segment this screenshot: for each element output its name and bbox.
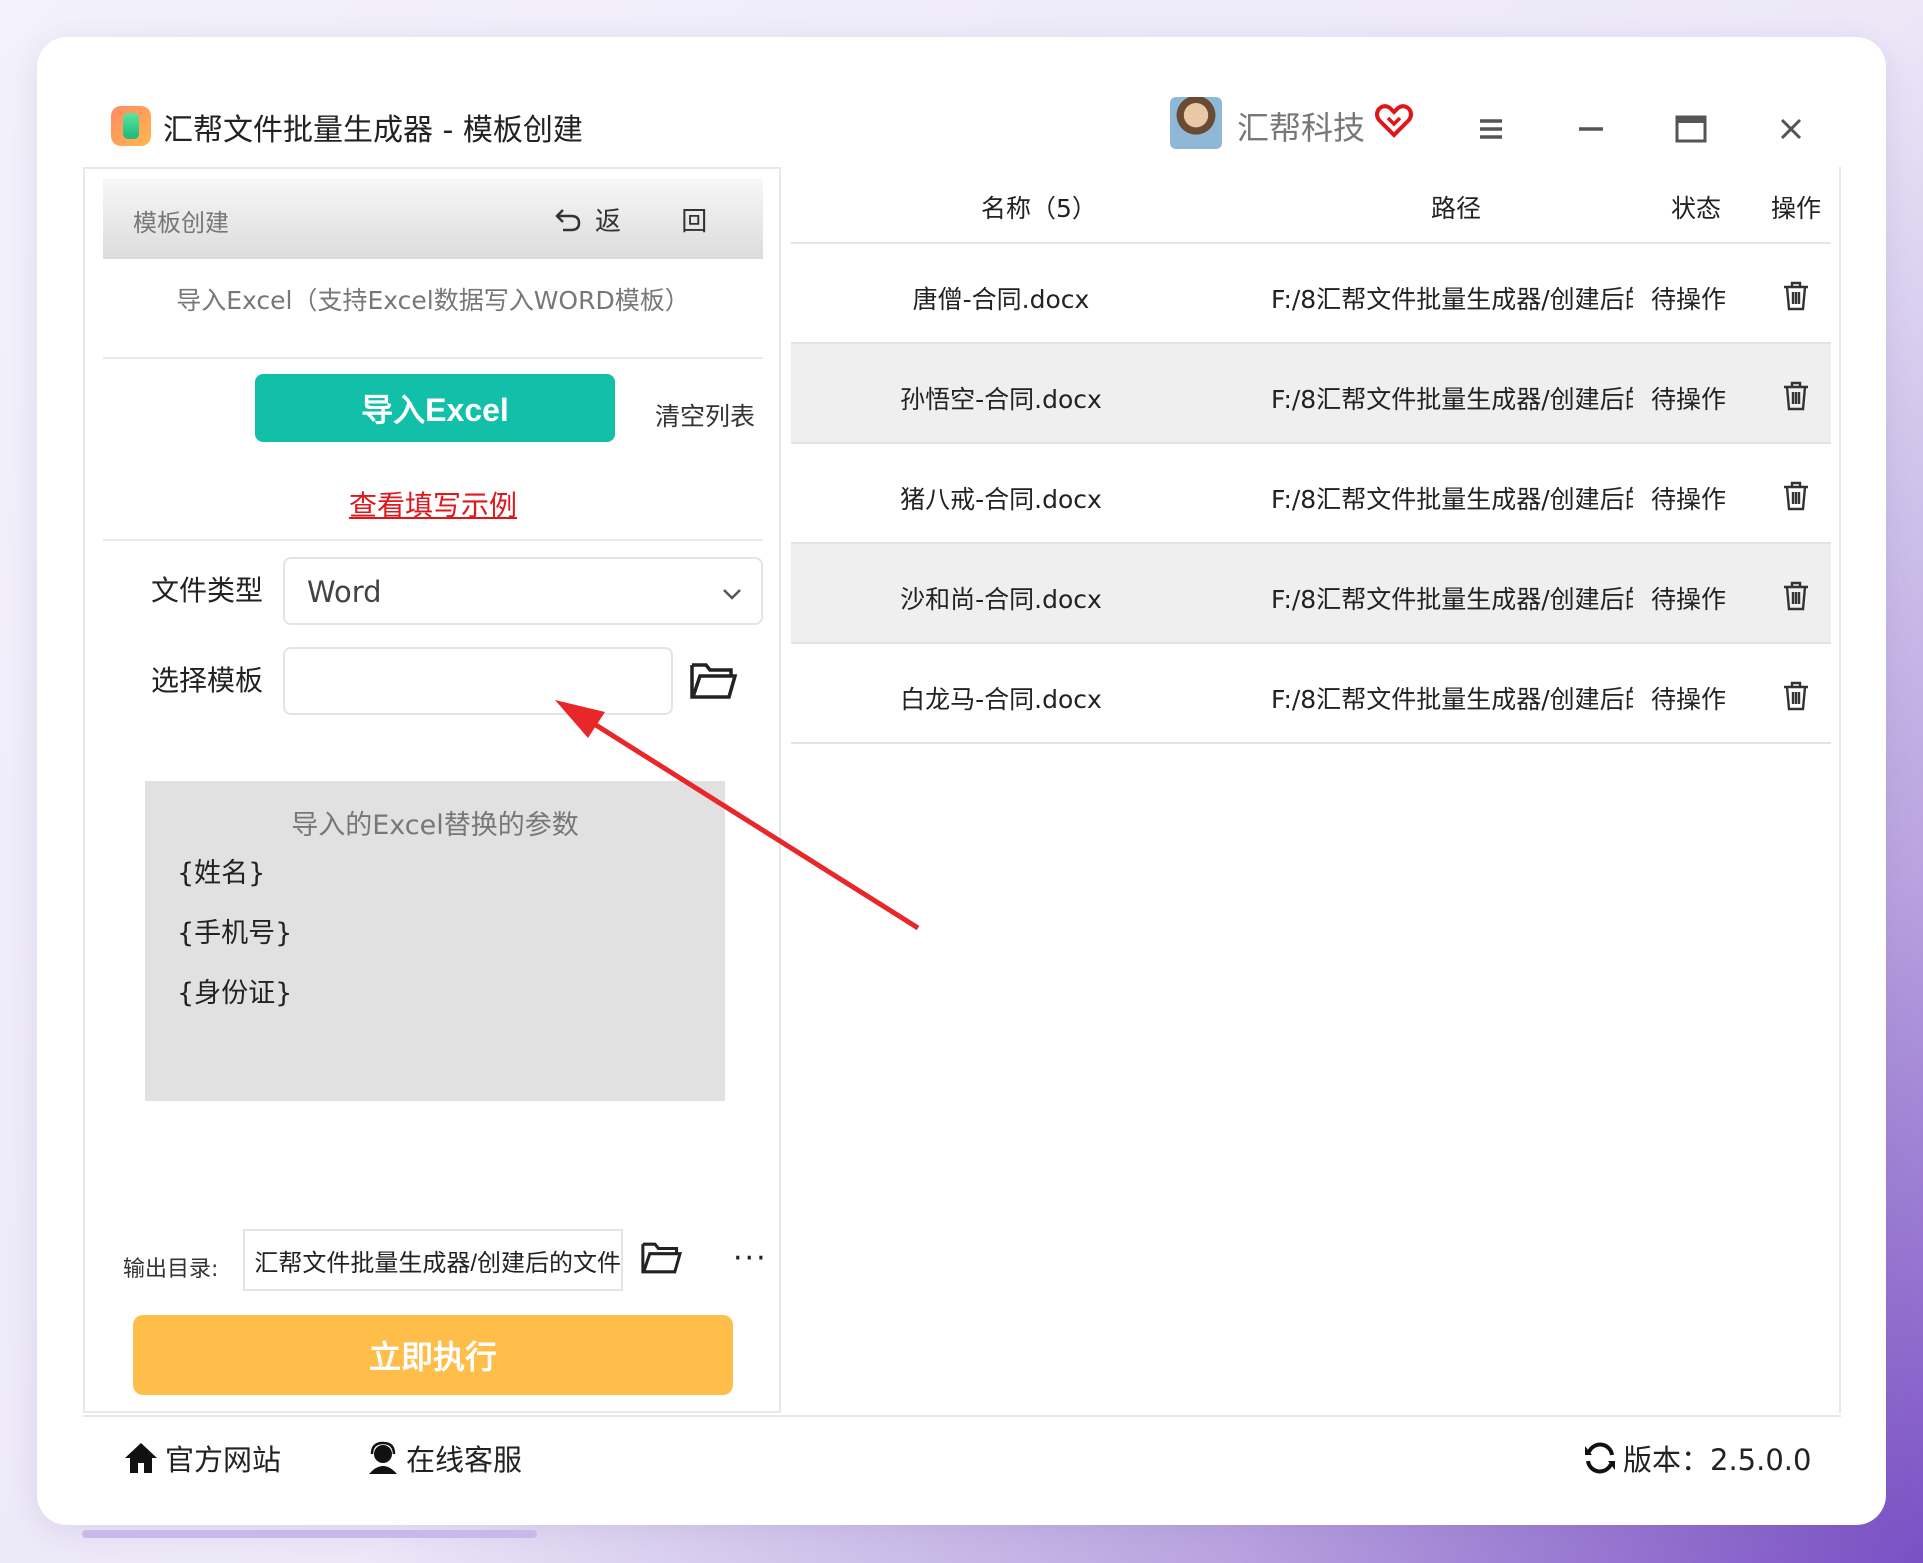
trash-icon[interactable] xyxy=(1781,380,1811,412)
trash-icon[interactable] xyxy=(1781,680,1811,712)
file-status: 待操作 xyxy=(1651,685,1727,714)
folder-open-icon[interactable] xyxy=(689,659,737,703)
online-support-label: 在线客服 xyxy=(406,1443,523,1477)
status-bar: 官方网站 在线客服 版本：2.5.0.0 xyxy=(83,1415,1841,1497)
back-button[interactable]: 返 回 xyxy=(553,199,733,239)
file-type-value: Word xyxy=(307,575,382,609)
execute-button[interactable]: 立即执行 xyxy=(133,1315,733,1395)
minimize-icon[interactable] xyxy=(1571,109,1611,149)
more-options-button[interactable]: ··· xyxy=(733,1241,768,1276)
app-logo-icon xyxy=(111,106,151,146)
file-type-select[interactable]: Word xyxy=(283,557,763,625)
app-window: 汇帮文件批量生成器 - 模板创建 汇帮科技 模板创建 返 回 导入Excel（支… xyxy=(37,37,1886,1525)
file-status: 待操作 xyxy=(1651,385,1727,414)
window-title: 汇帮文件批量生成器 - 模板创建 xyxy=(163,113,583,148)
template-panel: 模板创建 返 回 导入Excel（支持Excel数据写入WORD模板） 导入Ex… xyxy=(83,167,781,1413)
table-row[interactable]: 猪八戒-合同.docx F:/8汇帮文件批量生成器/创建后的 待操作 xyxy=(791,444,1831,544)
file-type-label: 文件类型 xyxy=(151,574,264,607)
file-path: F:/8汇帮文件批量生成器/创建后的 xyxy=(1271,685,1633,714)
panel-title: 模板创建 xyxy=(133,209,229,237)
file-name: 沙和尚-合同.docx xyxy=(900,585,1102,614)
table-row[interactable]: 孙悟空-合同.docx F:/8汇帮文件批量生成器/创建后的 待操作 xyxy=(791,344,1831,444)
import-excel-button[interactable]: 导入Excel xyxy=(255,374,615,442)
trash-icon[interactable] xyxy=(1781,280,1811,312)
output-dir-input[interactable] xyxy=(243,1229,623,1291)
horizontal-scrollbar[interactable] xyxy=(82,1530,537,1538)
online-support-link[interactable]: 在线客服 xyxy=(366,1437,522,1479)
table-row[interactable]: 唐僧-合同.docx F:/8汇帮文件批量生成器/创建后的 待操作 xyxy=(791,244,1831,344)
table-header: 名称（5） 路径 状态 操作 xyxy=(791,167,1831,244)
chevron-down-icon xyxy=(723,589,741,600)
file-path: F:/8汇帮文件批量生成器/创建后的 xyxy=(1271,485,1633,514)
home-icon xyxy=(125,1443,157,1473)
view-example-label: 查看填写示例 xyxy=(348,489,517,522)
param-item: {身份证} xyxy=(177,978,293,1009)
file-name: 白龙马-合同.docx xyxy=(900,685,1102,714)
template-label: 选择模板 xyxy=(151,664,264,697)
import-hint: 导入Excel（支持Excel数据写入WORD模板） xyxy=(176,286,690,315)
back-label: 返 回 xyxy=(595,206,734,237)
column-header-name: 名称（5） xyxy=(981,194,1097,223)
official-website-label: 官方网站 xyxy=(165,1443,282,1477)
column-header-status: 状态 xyxy=(1671,194,1722,223)
param-item: {手机号} xyxy=(177,918,293,949)
brand-name: 汇帮科技 xyxy=(1237,109,1366,147)
file-name: 唐僧-合同.docx xyxy=(912,285,1090,314)
back-arrow-icon xyxy=(555,209,581,232)
file-path: F:/8汇帮文件批量生成器/创建后的 xyxy=(1271,285,1633,314)
table-row[interactable]: 白龙马-合同.docx F:/8汇帮文件批量生成器/创建后的 待操作 xyxy=(791,644,1831,744)
file-path: F:/8汇帮文件批量生成器/创建后的 xyxy=(1271,585,1633,614)
official-website-link[interactable]: 官方网站 xyxy=(123,1437,281,1479)
file-name: 孙悟空-合同.docx xyxy=(900,385,1102,414)
output-dir-label: 输出目录: xyxy=(123,1257,219,1282)
divider xyxy=(103,357,763,359)
column-header-action: 操作 xyxy=(1771,194,1822,223)
template-path-input[interactable] xyxy=(283,647,673,715)
panel-header: 模板创建 返 回 xyxy=(103,179,763,259)
version-info[interactable]: 版本：2.5.0.0 xyxy=(1583,1437,1811,1479)
output-folder-icon[interactable] xyxy=(640,1239,682,1277)
refresh-icon xyxy=(1585,1442,1615,1474)
trash-icon[interactable] xyxy=(1781,480,1811,512)
params-box: 导入的Excel替换的参数 {姓名} {手机号} {身份证} xyxy=(145,781,725,1101)
file-name: 猪八戒-合同.docx xyxy=(900,485,1102,514)
title-bar: 汇帮文件批量生成器 - 模板创建 汇帮科技 xyxy=(37,37,1886,167)
file-status: 待操作 xyxy=(1651,285,1727,314)
file-status: 待操作 xyxy=(1651,585,1727,614)
file-list-panel: 名称（5） 路径 状态 操作 唐僧-合同.docx F:/8汇帮文件批量生成器/… xyxy=(781,167,1841,1413)
support-agent-icon xyxy=(369,1441,397,1474)
file-status: 待操作 xyxy=(1651,485,1727,514)
close-icon[interactable] xyxy=(1771,109,1811,149)
table-row[interactable]: 沙和尚-合同.docx F:/8汇帮文件批量生成器/创建后的 待操作 xyxy=(791,544,1831,644)
params-title: 导入的Excel替换的参数 xyxy=(291,810,579,841)
clear-list-button[interactable]: 清空列表 xyxy=(655,397,755,433)
file-path: F:/8汇帮文件批量生成器/创建后的 xyxy=(1271,385,1633,414)
vip-heart-icon[interactable] xyxy=(1374,101,1414,141)
user-avatar[interactable] xyxy=(1170,97,1222,149)
trash-icon[interactable] xyxy=(1781,580,1811,612)
divider xyxy=(103,539,763,541)
version-label: 版本：2.5.0.0 xyxy=(1623,1443,1812,1477)
view-example-link[interactable]: 查看填写示例 xyxy=(103,484,763,524)
menu-icon[interactable] xyxy=(1471,109,1511,149)
maximize-icon[interactable] xyxy=(1671,109,1711,149)
param-item: {姓名} xyxy=(177,858,266,889)
column-header-path: 路径 xyxy=(1431,194,1482,223)
